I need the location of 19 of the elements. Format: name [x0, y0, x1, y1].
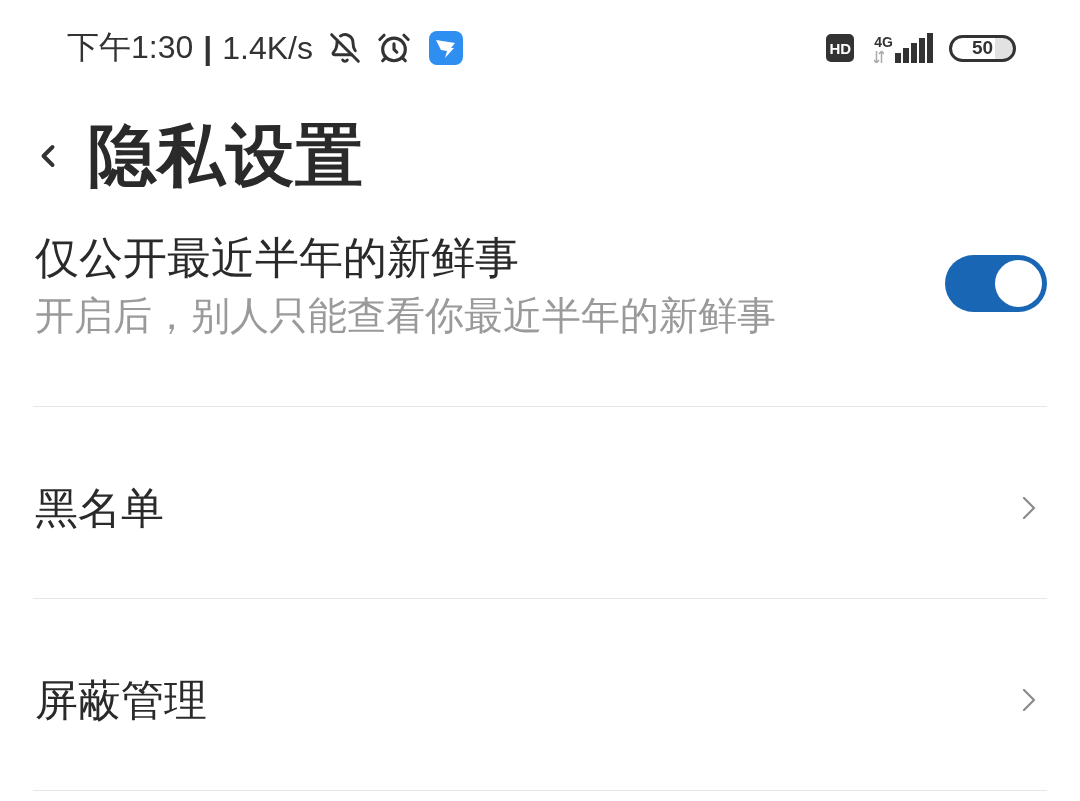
setting-title: 仅公开最近半年的新鲜事 [35, 232, 520, 284]
hd-badge: HD [826, 34, 855, 62]
data-arrows-icon [874, 51, 885, 63]
app-icon [428, 31, 463, 65]
setting-description: 开启后，别人只能查看你最近半年的新鲜事 [35, 292, 776, 340]
status-separator: | [203, 29, 213, 67]
setting-title: 屏蔽管理 [35, 673, 207, 726]
setting-title: 黑名单 [35, 481, 164, 534]
setting-link-row[interactable]: 屏蔽管理 [33, 599, 1047, 791]
signal-bars-icon [895, 33, 935, 63]
setting-link-row[interactable]: 黑名单 [33, 407, 1047, 599]
toggle-switch[interactable] [945, 254, 1047, 312]
network-speed: 1.4K/s [222, 29, 313, 67]
network-type: 4G [874, 35, 893, 49]
status-time: 下午1:30 [67, 28, 194, 67]
page-title: 隐私设置 [88, 116, 364, 196]
battery-indicator: 50 [949, 34, 1016, 62]
alarm-clock-icon [376, 31, 411, 65]
bell-slash-icon [328, 32, 361, 64]
